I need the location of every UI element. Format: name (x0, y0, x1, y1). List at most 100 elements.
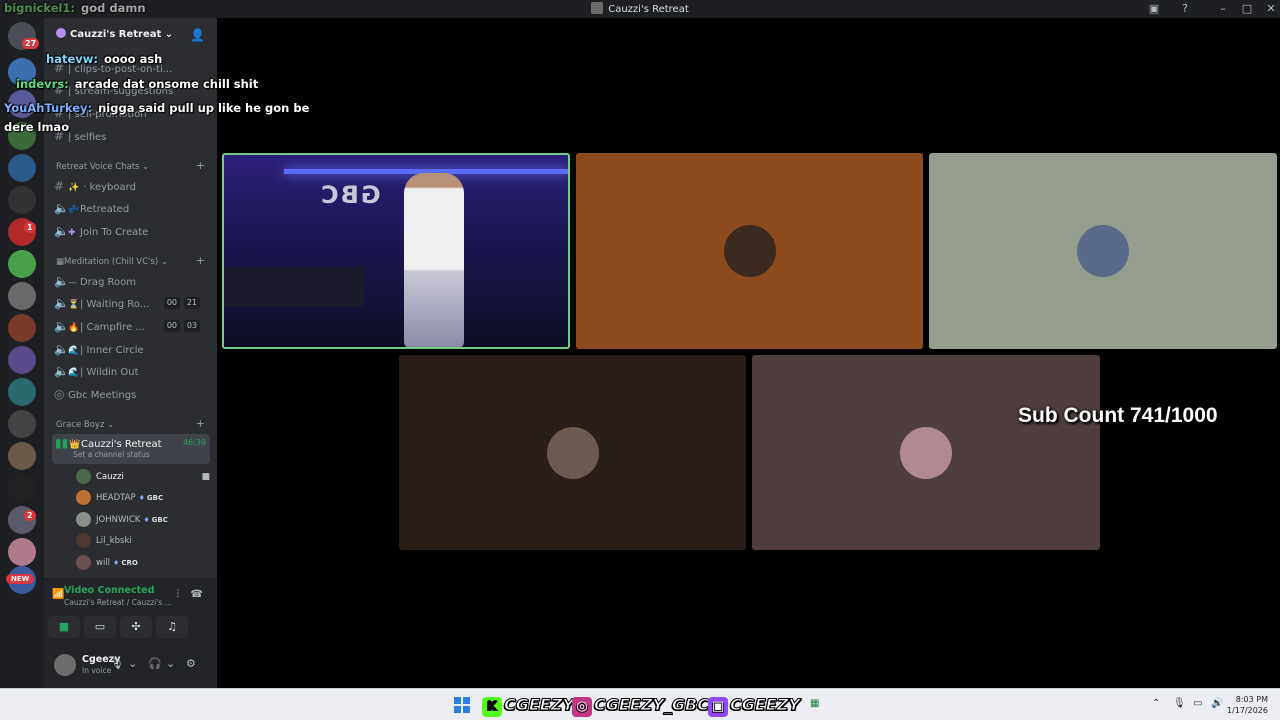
video-tile[interactable] (929, 153, 1277, 349)
category-icon: ▦ (56, 257, 65, 267)
server-icon[interactable] (8, 474, 36, 502)
channel-label: Gbc Meetings (68, 390, 137, 401)
chevron-down-icon[interactable]: ⌄ (128, 657, 137, 670)
voice-user[interactable]: HEADTAPGBC (76, 488, 212, 508)
voice-user[interactable]: Cauzzi ■ (76, 467, 212, 487)
twitch-icon: ▣ (708, 697, 728, 717)
server-icon[interactable] (8, 154, 36, 182)
add-channel-icon[interactable]: + (196, 254, 205, 267)
channel-label: | Campfire ... (80, 322, 145, 333)
invite-icon[interactable]: 👤 (190, 28, 205, 42)
volume-icon[interactable]: 🔊 (1211, 698, 1223, 709)
category-retreat-voice[interactable]: Retreat Voice Chats ⌄ (56, 162, 149, 172)
instagram-name: CGEEZY_GBC (594, 695, 710, 715)
avatar (76, 469, 91, 484)
settings-gear-icon[interactable]: ⚙ (186, 657, 196, 670)
avatar (76, 490, 91, 505)
channel-retreated[interactable]: 🔈💤Retreated (54, 198, 210, 218)
taskbar-clock[interactable]: 8:03 PM 1/17/2026 (1227, 694, 1268, 716)
participant-avatar (723, 225, 776, 277)
maximize-icon[interactable]: □ (1240, 2, 1254, 16)
channel-gbc-meetings[interactable]: ◎ Gbc Meetings (54, 384, 210, 404)
channel-wildin-out[interactable]: 🔈🌊| Wildin Out (54, 361, 210, 381)
channel-label: Retreated (80, 204, 130, 215)
help-icon[interactable]: ? (1178, 2, 1192, 16)
category-label: Meditation (Chill VC's) (64, 257, 159, 267)
server-icon[interactable] (8, 250, 36, 278)
microphone-icon[interactable]: 🎙 (1173, 698, 1186, 709)
headphones-icon[interactable]: 🎧 (148, 657, 162, 670)
channel-cauzzis-retreat[interactable]: ▮▮👑Cauzzi's Retreat 46:39 Set a channel st… (52, 434, 210, 464)
speaker-icon: 🔈 (54, 274, 69, 288)
voice-location[interactable]: Cauzzi's Retreat / Cauzzi's ... (64, 598, 172, 607)
category-meditation[interactable]: ▦Meditation (Chill VC's) ⌄ (56, 257, 168, 267)
camera-button[interactable]: ■ (48, 616, 80, 638)
chat-text: oooo ash (103, 52, 163, 66)
kick-name: CGEEZY (504, 695, 575, 715)
signal-icon[interactable]: 📶 (52, 589, 64, 600)
voice-user[interactable]: willCRO (76, 553, 212, 573)
channel-keyboard[interactable]: # ✨ · keyboard (54, 176, 210, 196)
screenshare-button[interactable]: ▭ (84, 616, 116, 638)
stage-icon: ◎ (54, 387, 65, 401)
chevron-down-icon[interactable]: ⌄ (166, 657, 175, 670)
add-channel-icon[interactable]: + (196, 159, 205, 172)
video-tile[interactable] (576, 153, 923, 349)
channel-waiting-room[interactable]: 🔈⏳| Waiting Ro... 00 21 (54, 293, 210, 313)
video-tile[interactable] (399, 355, 746, 550)
server-icon[interactable] (8, 346, 36, 374)
voice-user[interactable]: Lil_kbski (76, 531, 212, 551)
server-icon[interactable] (8, 314, 36, 342)
sparkle-icon: ✨ (68, 183, 80, 193)
channel-join-to-create[interactable]: 🔈✚ Join To Create (54, 221, 210, 241)
participant-avatar (546, 426, 599, 479)
video-tile[interactable] (752, 355, 1100, 550)
channel-selfies[interactable]: # | selfies (54, 126, 210, 146)
video-tile-camera[interactable]: GBC (222, 153, 570, 349)
inbox-icon[interactable]: ▣ (1147, 2, 1161, 16)
noise-suppression-icon[interactable]: ⫶ (177, 589, 180, 600)
server-icon[interactable] (8, 378, 36, 406)
network-icon[interactable]: ▭ (1193, 698, 1202, 709)
kick-icon: K (482, 697, 502, 717)
server-icon[interactable] (8, 282, 36, 310)
instagram-icon: ◎ (572, 697, 592, 717)
window-title-text: Cauzzi's Retreat (608, 4, 689, 15)
channel-campfire[interactable]: 🔈🔥| Campfire ... 00 03 (54, 316, 210, 336)
user-count: 00 (163, 297, 180, 309)
screen: Cauzzi's Retreat ▣ ? – □ ✕ 27 1 2 NEW Ca… (0, 0, 1280, 720)
voice-user-name: Cauzzi (96, 472, 124, 482)
server-icon[interactable] (8, 442, 36, 470)
chat-text: dere lmao (4, 120, 70, 134)
category-grace-boyz[interactable]: Grace Boyz ⌄ (56, 420, 114, 430)
chat-message: dere lmao (4, 120, 69, 134)
server-icon (56, 28, 66, 38)
window-title: Cauzzi's Retreat (0, 2, 1280, 15)
channel-drag-room[interactable]: 🔈— Drag Room (54, 271, 210, 291)
chevron-up-icon[interactable]: ⌃ (1152, 698, 1160, 709)
windows-start-icon[interactable] (454, 697, 470, 713)
voice-status-text[interactable]: Video Connected (64, 585, 154, 596)
clock-icon: ⏳ (68, 300, 80, 310)
wave-icon: 🌊 (68, 368, 80, 378)
channel-inner-circle[interactable]: 🔈🌊| Inner Circle (54, 339, 210, 359)
disconnect-icon[interactable]: ☎ (191, 589, 203, 600)
server-icon[interactable] (8, 186, 36, 214)
close-icon[interactable]: ✕ (1264, 2, 1278, 16)
microphone-icon[interactable]: 🎙 (110, 657, 124, 670)
add-channel-icon[interactable]: + (196, 417, 205, 430)
guild-tag: GBC (143, 516, 168, 524)
avatar[interactable] (54, 654, 76, 676)
activities-button[interactable]: ✣ (120, 616, 152, 638)
excel-icon[interactable]: ▦ (810, 698, 819, 709)
server-icon[interactable] (8, 538, 36, 566)
avatar (76, 555, 91, 570)
channel-label: | Inner Circle (80, 345, 144, 356)
server-rail: 27 1 2 NEW (0, 18, 44, 688)
wall-sign: GBC (319, 181, 381, 209)
voice-user[interactable]: JOHNWICKGBC (76, 510, 212, 530)
soundboard-button[interactable]: ♫ (156, 616, 188, 638)
channel-status[interactable]: Set a channel status (73, 450, 150, 460)
server-icon[interactable] (8, 410, 36, 438)
minimize-icon[interactable]: – (1216, 2, 1230, 16)
